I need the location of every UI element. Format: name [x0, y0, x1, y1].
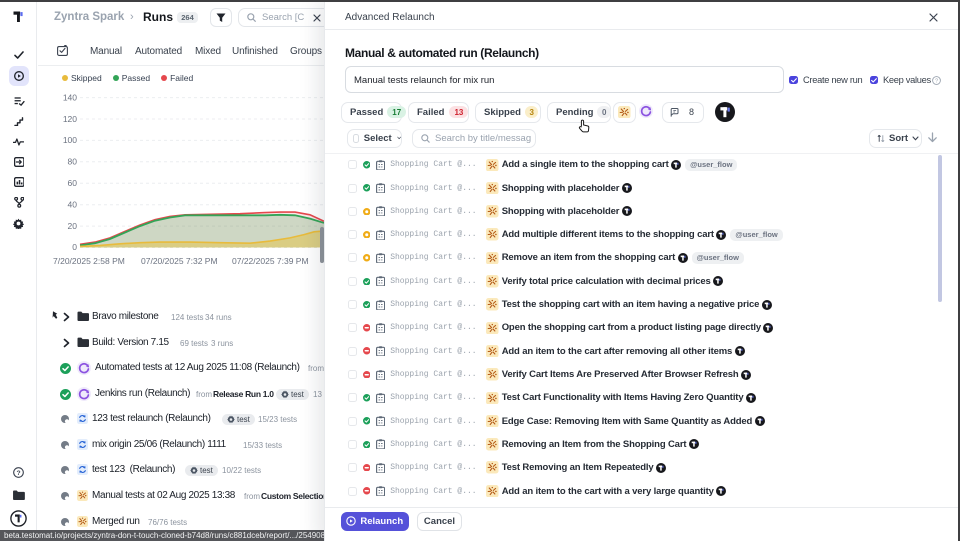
svg-text:20: 20 — [68, 221, 78, 231]
svg-text:?: ? — [935, 78, 938, 84]
svg-text:120: 120 — [63, 114, 77, 124]
svg-text:80: 80 — [68, 157, 78, 167]
svg-text:60: 60 — [68, 178, 78, 188]
svg-text:40: 40 — [68, 199, 78, 209]
svg-text:140: 140 — [63, 92, 77, 102]
svg-text:0: 0 — [72, 242, 77, 252]
svg-text:?: ? — [16, 470, 20, 477]
svg-text:100: 100 — [63, 135, 77, 145]
